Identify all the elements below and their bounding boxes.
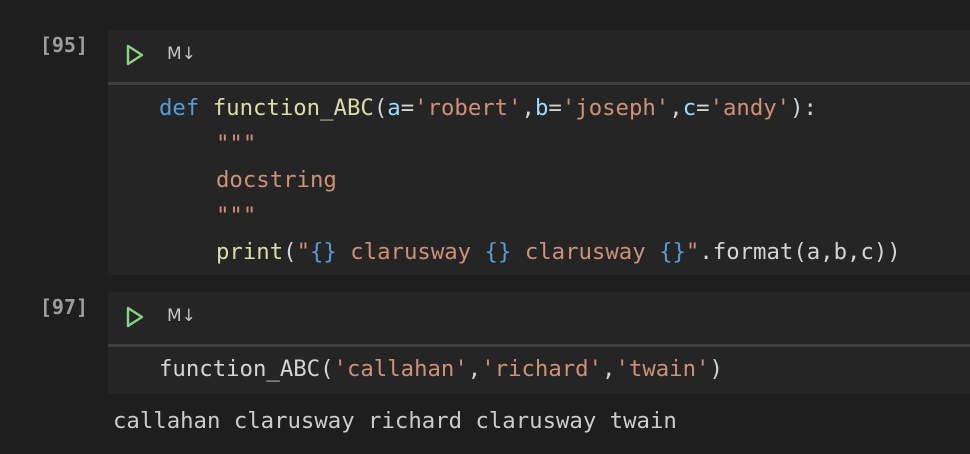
- docstring-close: """: [216, 203, 257, 229]
- equals: =: [400, 95, 415, 121]
- paren-close: ):: [790, 95, 817, 121]
- comma: ,: [602, 356, 616, 382]
- function-print: print: [216, 239, 284, 265]
- format-placeholder: {}: [659, 239, 686, 265]
- equals: =: [548, 95, 562, 121]
- function-call-name: function_ABC: [159, 356, 321, 382]
- string-clarusway: clarusway: [511, 239, 660, 265]
- equals: =: [696, 95, 710, 121]
- markdown-toggle-button[interactable]: M↓: [167, 306, 196, 326]
- paren-close: ): [709, 356, 723, 382]
- comma: ,: [467, 356, 482, 382]
- paren-open: (: [283, 239, 297, 265]
- code-line-print: print("{} clarusway {} clarusway {}".for…: [216, 234, 901, 270]
- string-twain: 'twain': [615, 356, 710, 382]
- execution-count: [95]: [39, 33, 88, 57]
- quote: ": [685, 239, 700, 265]
- cell-toolbar: M↓: [108, 292, 970, 344]
- comma: ,: [521, 95, 535, 121]
- string-richard: 'richard': [481, 356, 603, 382]
- paren-open: (: [373, 95, 388, 121]
- param-b: b: [534, 95, 549, 121]
- string-joseph: 'joseph': [561, 95, 670, 121]
- cell-output: callahan clarusway richard clarusway twa…: [113, 408, 677, 434]
- docstring-open: """: [216, 131, 257, 157]
- code-line-call: function_ABC('callahan','richard','twain…: [159, 351, 723, 387]
- format-placeholder: {}: [310, 239, 337, 265]
- string-clarusway: clarusway: [336, 239, 485, 265]
- markdown-toggle-button[interactable]: M↓: [167, 44, 196, 64]
- play-icon[interactable]: [122, 305, 146, 329]
- docstring-text: docstring: [216, 167, 337, 193]
- format-call: .format(a,b,c)): [699, 239, 901, 265]
- string-andy: 'andy': [709, 95, 791, 121]
- param-a: a: [387, 95, 401, 121]
- format-placeholder: {}: [484, 239, 512, 265]
- paren-open: (: [320, 356, 334, 382]
- code-editor[interactable]: def function_ABC(a='robert',b='joseph',c…: [108, 85, 970, 275]
- function-name: function_ABC: [212, 95, 374, 121]
- code-editor[interactable]: function_ABC('callahan','richard','twain…: [108, 347, 970, 394]
- play-icon[interactable]: [122, 43, 146, 67]
- string-robert: 'robert': [414, 95, 522, 121]
- cell-toolbar: M↓: [108, 30, 970, 82]
- string-callahan: 'callahan': [333, 356, 468, 382]
- quote: ": [296, 239, 310, 265]
- keyword-def: def: [159, 95, 200, 121]
- code-line-def: def function_ABC(a='robert',b='joseph',c…: [159, 90, 817, 126]
- param-c: c: [682, 95, 697, 121]
- execution-count: [97]: [39, 295, 88, 319]
- comma: ,: [669, 95, 683, 121]
